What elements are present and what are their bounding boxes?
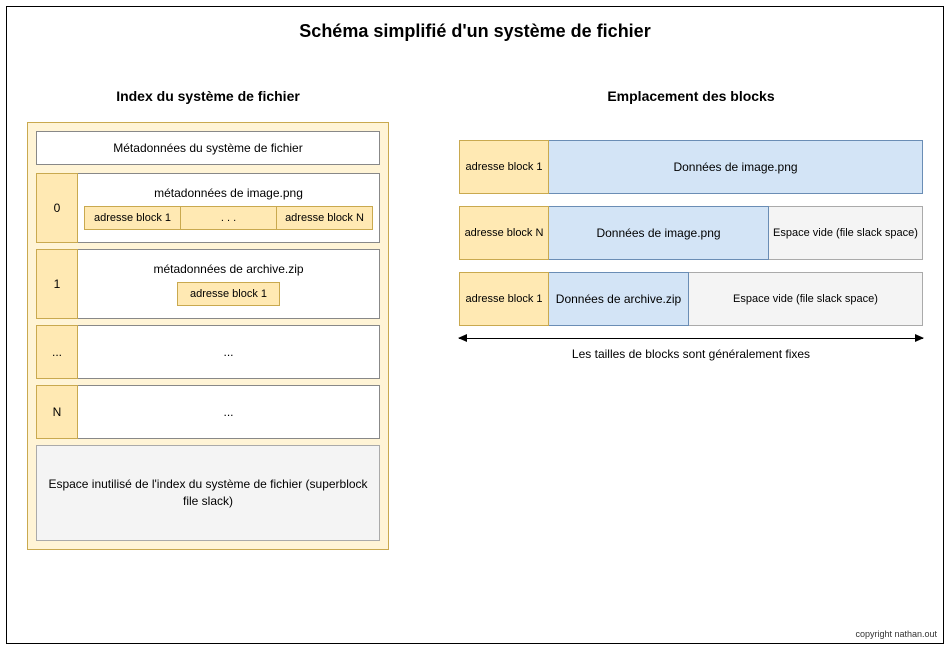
block-data: Données de image.png (549, 206, 769, 260)
right-column: Emplacement des blocks adresse block 1 D… (459, 88, 923, 550)
address-cell: adresse block 1 (84, 206, 181, 230)
arrow-label: Les tailles de blocks sont généralement … (459, 347, 923, 361)
index-row: 0 métadonnées de image.png adresse block… (36, 173, 380, 243)
ellipsis: ... (223, 405, 233, 419)
block-data: Données de archive.zip (549, 272, 689, 326)
index-row: ... ... (36, 325, 380, 379)
row-body: ... (78, 385, 380, 439)
row-body: métadonnées de image.png adresse block 1… (78, 173, 380, 243)
block-row: adresse block 1 Données de archive.zip E… (459, 272, 923, 326)
block-row: adresse block 1 Données de image.png (459, 140, 923, 194)
index-row: N ... (36, 385, 380, 439)
address-cell: . . . (180, 206, 277, 230)
ellipsis: ... (223, 345, 233, 359)
block-data: Données de image.png (549, 140, 923, 194)
copyright-text: copyright nathan.out (855, 629, 937, 639)
row-index: ... (36, 325, 78, 379)
file-metadata-label: métadonnées de archive.zip (153, 262, 303, 276)
diagram-title: Schéma simplifié d'un système de fichier (7, 7, 943, 42)
address-cells: adresse block 1 . . . adresse block N (84, 206, 373, 230)
double-arrow-icon (459, 338, 923, 339)
block-address: adresse block 1 (459, 140, 549, 194)
block-slack: Espace vide (file slack space) (769, 206, 923, 260)
block-address: adresse block N (459, 206, 549, 260)
fs-metadata-box: Métadonnées du système de fichier (36, 131, 380, 165)
row-index: N (36, 385, 78, 439)
index-heading: Index du système de fichier (27, 88, 389, 104)
superblock-slack: Espace inutilisé de l'index du système d… (36, 445, 380, 541)
left-column: Index du système de fichier Métadonnées … (27, 88, 389, 550)
size-arrow: Les tailles de blocks sont généralement … (459, 338, 923, 361)
address-cell: adresse block N (276, 206, 373, 230)
row-body: ... (78, 325, 380, 379)
block-address: adresse block 1 (459, 272, 549, 326)
row-index: 1 (36, 249, 78, 319)
row-body: métadonnées de archive.zip adresse block… (78, 249, 380, 319)
block-slack: Espace vide (file slack space) (689, 272, 923, 326)
file-metadata-label: métadonnées de image.png (154, 186, 303, 200)
block-row: adresse block N Données de image.png Esp… (459, 206, 923, 260)
index-row: 1 métadonnées de archive.zip adresse blo… (36, 249, 380, 319)
row-index: 0 (36, 173, 78, 243)
index-container: Métadonnées du système de fichier 0 méta… (27, 122, 389, 550)
address-cell: adresse block 1 (177, 282, 280, 306)
blocks-heading: Emplacement des blocks (459, 88, 923, 104)
